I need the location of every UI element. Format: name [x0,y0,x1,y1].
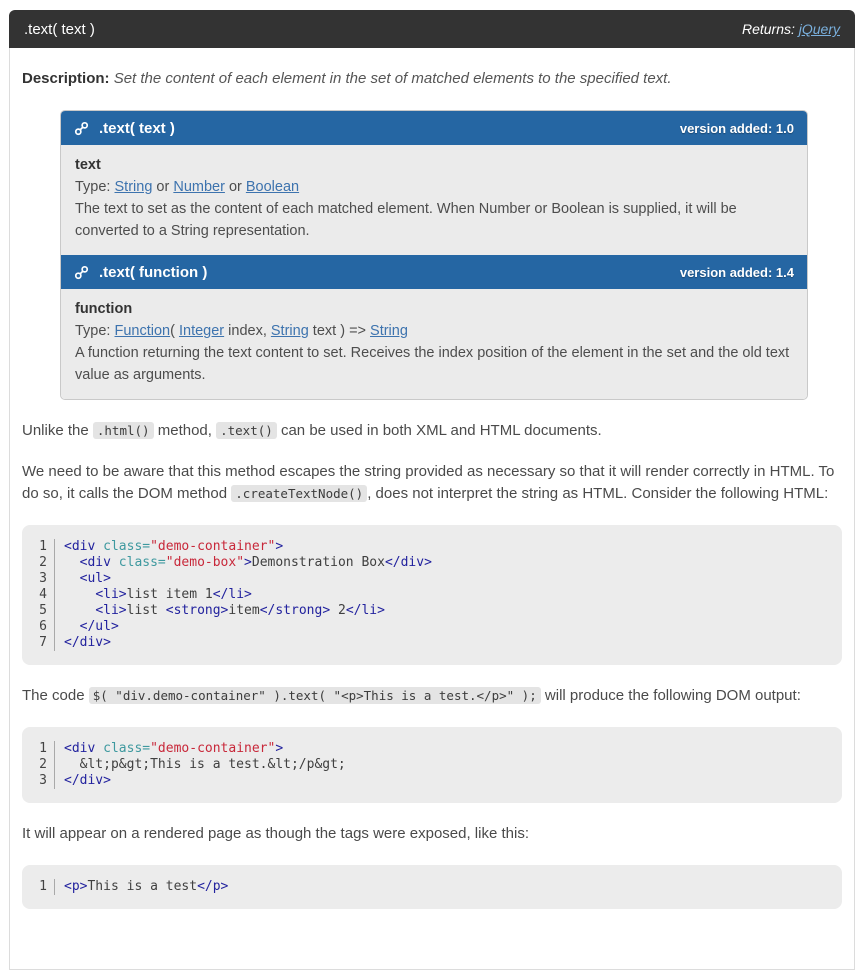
doc-link[interactable]: String [271,323,309,339]
doc-link[interactable]: String [115,179,153,195]
text-segment: will produce the following DOM output: [541,687,801,704]
inline-code: .createTextNode() [231,485,367,502]
paragraph-escape-explanation: We need to be aware that this method esc… [22,461,842,505]
code-text: </ul> [54,619,119,635]
code-block-dom-output: 1<div class="demo-container">2 &lt;p&gt;… [22,727,842,803]
code-line: 6 </ul> [22,619,842,635]
argument-type-line: Type: Function( Integer index, String te… [75,320,793,342]
paragraph-dom-output-intro: The code $( "div.demo-container" ).text(… [22,685,842,707]
line-number: 1 [22,539,54,555]
signature-body-function: function Type: Function( Integer index, … [61,289,807,399]
signature-body-text: text Type: String or Number or Boolean T… [61,145,807,255]
text-segment: text ) => [309,323,370,339]
text-segment: ( [170,323,179,339]
text-segment: Type: [75,179,115,195]
description-label: Description: [22,70,110,87]
doc-link[interactable]: Function [115,323,171,339]
text-segment: or [152,179,173,195]
description-text: Set the content of each element in the s… [114,70,672,87]
line-number: 3 [22,571,54,587]
signature-header-function: .text( function ) version added: 1.4 [61,255,807,289]
doc-link[interactable]: Boolean [246,179,299,195]
text-segment: , does not interpret the string as HTML.… [367,485,828,502]
entry-body: Description: Set the content of each ele… [9,48,855,970]
line-number: 7 [22,635,54,651]
code-text: <li>list <strong>item</strong> 2</li> [54,603,385,619]
argument-description: The text to set as the content of each m… [75,198,793,242]
line-number: 4 [22,587,54,603]
argument-name: function [75,298,793,320]
line-number: 1 [22,879,54,895]
text-segment: method, [154,422,217,439]
code-text: </div> [54,773,111,789]
version-added-badge: version added: 1.4 [680,265,794,280]
argument-description: A function returning the text content to… [75,342,793,386]
code-line: 3</div> [22,773,842,789]
text-segment: The code [22,687,89,704]
text-segment: Type: [75,323,115,339]
code-text: <ul> [54,571,111,587]
text-segment: can be used in both XML and HTML documen… [277,422,602,439]
code-text: <div class="demo-box">Demonstration Box<… [54,555,432,571]
code-block-html-example: 1<div class="demo-container">2 <div clas… [22,525,842,665]
doc-link[interactable]: Number [173,179,225,195]
signature-header-text: .text( text ) version added: 1.0 [61,111,807,145]
link-icon[interactable] [74,121,89,136]
paragraph-xml-html: Unlike the .html() method, .text() can b… [22,420,842,442]
code-text: <li>list item 1</li> [54,587,252,603]
returns-type-link[interactable]: jQuery [799,21,840,37]
inline-code: .html() [93,422,154,439]
description-paragraph: Description: Set the content of each ele… [22,68,842,90]
entry-title-bar: .text( text ) Returns: jQuery [9,10,855,48]
code-line: 2 <div class="demo-box">Demonstration Bo… [22,555,842,571]
inline-code: $( "div.demo-container" ).text( "<p>This… [89,687,541,704]
line-number: 2 [22,555,54,571]
code-line: 2 &lt;p&gt;This is a test.&lt;/p&gt; [22,757,842,773]
doc-link[interactable]: String [370,323,408,339]
argument-name: text [75,154,793,176]
code-line: 3 <ul> [22,571,842,587]
code-block-rendered: 1<p>This is a test</p> [22,865,842,909]
inline-code: .text() [216,422,277,439]
line-number: 5 [22,603,54,619]
code-line: 1<p>This is a test</p> [22,879,842,895]
argument-type-line: Type: String or Number or Boolean [75,176,793,198]
code-text: <div class="demo-container"> [54,539,283,555]
returns-text: Returns: [742,21,795,37]
version-added-badge: version added: 1.0 [680,121,794,136]
signatures-box: .text( text ) version added: 1.0 text Ty… [60,110,808,400]
code-line: 1<div class="demo-container"> [22,539,842,555]
paragraph-rendered-intro: It will appear on a rendered page as tho… [22,823,842,845]
code-line: 4 <li>list item 1</li> [22,587,842,603]
line-number: 2 [22,757,54,773]
line-number: 6 [22,619,54,635]
line-number: 3 [22,773,54,789]
signature-heading: .text( text ) [99,120,175,137]
doc-link[interactable]: Integer [179,323,224,339]
text-segment: index, [224,323,271,339]
signature-heading: .text( function ) [99,264,207,281]
entry: .text( text ) Returns: jQuery Descriptio… [9,10,855,970]
code-text: <p>This is a test</p> [54,879,228,895]
line-number: 1 [22,741,54,757]
text-segment: Unlike the [22,422,93,439]
entry-title: .text( text ) [24,21,95,38]
code-text: <div class="demo-container"> [54,741,283,757]
link-icon[interactable] [74,265,89,280]
text-segment: or [225,179,246,195]
code-text: </div> [54,635,111,651]
code-line: 7</div> [22,635,842,651]
code-text: &lt;p&gt;This is a test.&lt;/p&gt; [54,757,346,773]
code-line: 5 <li>list <strong>item</strong> 2</li> [22,603,842,619]
returns-label: Returns: jQuery [742,21,840,37]
code-line: 1<div class="demo-container"> [22,741,842,757]
text-segment: It will appear on a rendered page as tho… [22,825,529,842]
